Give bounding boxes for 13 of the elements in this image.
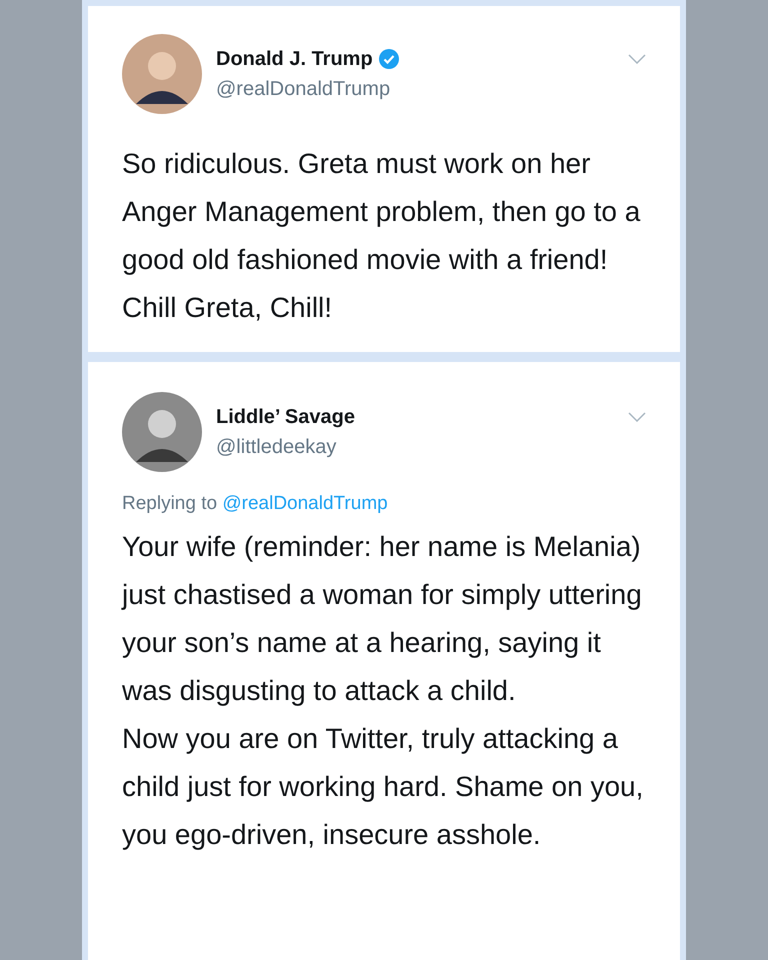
chevron-down-icon[interactable]	[628, 54, 646, 64]
avatar-icon	[122, 34, 202, 114]
display-name: Donald J. Trump	[216, 47, 373, 72]
user-handle: @realDonaldTrump	[216, 77, 392, 102]
tweet-text: Your wife (reminder: her name is Melania) just chastised a woman for simply uttering your son’s name at a hearing, saying it was disgusting to attack a child.	[122, 530, 643, 708]
mention-link[interactable]: @realDonaldTrump	[222, 493, 388, 514]
chevron-down-icon[interactable]	[628, 412, 646, 422]
replying-to-text: Replying to @realDonaldTrump	[122, 492, 389, 516]
user-handle: @littledeekay	[216, 435, 338, 460]
display-name: Liddle’ Savage	[216, 405, 355, 430]
avatar-icon	[122, 392, 202, 472]
tweet-text: So ridiculous. Greta must work on her Anger Management problem, then go to a good old fashioned movie with a friend! Chill Greta, Chill!	[122, 147, 642, 325]
tweet-text: Now you are on Twitter, truly attacking a child just for working hard. Shame on you, you ego-driven, insecure asshole.	[122, 722, 644, 852]
